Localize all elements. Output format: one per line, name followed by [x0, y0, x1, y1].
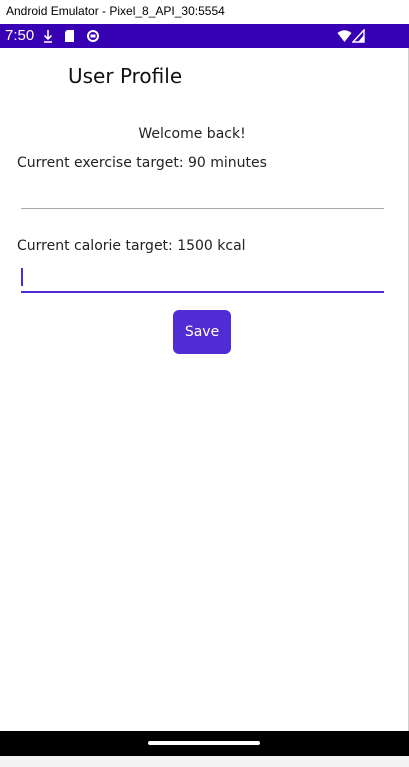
calorie-target-input[interactable] [21, 267, 384, 293]
user-profile-screen: User Profile Welcome back! Current exerc… [0, 48, 408, 731]
status-time: 7:50 [5, 27, 35, 44]
navigation-bar [0, 731, 409, 756]
save-button[interactable]: Save [173, 310, 231, 354]
welcome-message: Welcome back! [138, 126, 246, 142]
status-bar: 7:50 [0, 24, 409, 48]
text-cursor [21, 268, 23, 286]
background-window-strip [0, 756, 409, 767]
sync-icon [87, 30, 99, 42]
sd-card-icon [65, 30, 74, 42]
wifi-icon [337, 30, 352, 42]
exercise-target-input[interactable] [21, 184, 384, 209]
calorie-target-label: Current calorie target: 1500 kcal [17, 238, 246, 254]
signal-icon [352, 29, 365, 43]
home-indicator[interactable] [148, 741, 260, 745]
emulator-window-title: Android Emulator - Pixel_8_API_30:5554 [0, 0, 409, 24]
exercise-target-label: Current exercise target: 90 minutes [17, 155, 267, 171]
download-icon [43, 30, 53, 43]
page-title: User Profile [68, 64, 183, 88]
